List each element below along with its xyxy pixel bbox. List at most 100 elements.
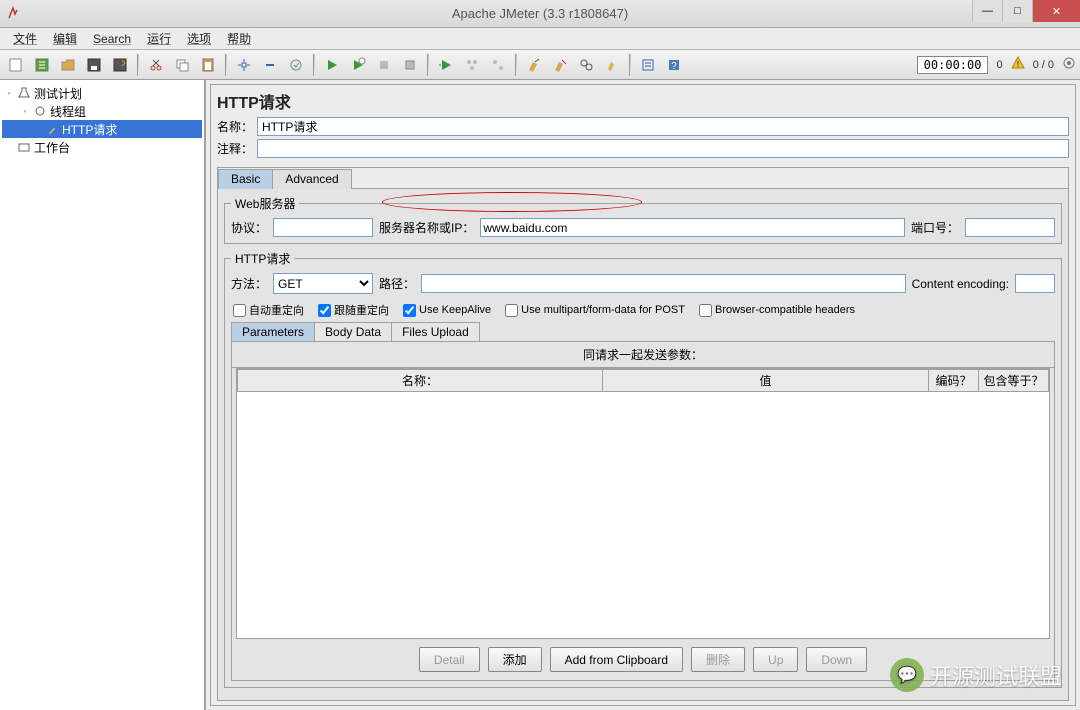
cb-multipart[interactable]: Use multipart/form-data for POST [505,304,685,317]
remote-start-icon[interactable] [434,53,458,77]
method-label: 方法： [231,275,267,292]
clear-all-icon[interactable] [548,53,572,77]
search-icon[interactable] [574,53,598,77]
protocol-input[interactable] [273,218,373,237]
paste-icon[interactable] [196,53,220,77]
name-label: 名称： [217,118,253,135]
expand-icon[interactable] [232,53,256,77]
workbench-icon [17,140,31,154]
menu-search[interactable]: Search [86,30,138,48]
menu-options[interactable]: 选项 [180,28,218,49]
name-input[interactable] [257,117,1069,136]
up-button[interactable]: Up [753,647,798,672]
cb-auto-redirect[interactable]: 自动重定向 [233,302,304,318]
timer-display: 00:00:00 [917,56,989,74]
open-icon[interactable] [56,53,80,77]
tree-label: 工作台 [34,139,70,156]
toggle-icon[interactable] [284,53,308,77]
add-button[interactable]: 添加 [488,647,542,672]
tree-toggle-icon[interactable]: ◦ [20,106,30,116]
webserver-fieldset: Web服务器 协议： 服务器名称或IP： 端口号： [224,195,1062,244]
warn-count: 0 [996,59,1002,71]
col-name: 名称： [238,370,603,392]
start-no-timers-icon[interactable] [346,53,370,77]
help-icon[interactable]: ? [662,53,686,77]
httpreq-fieldset: HTTP请求 方法： GET 路径： Content encoding: 自动重… [224,250,1062,688]
menu-help[interactable]: 帮助 [220,28,258,49]
webserver-legend: Web服务器 [231,195,299,212]
subtab-files-upload[interactable]: Files Upload [391,322,480,341]
tab-advanced[interactable]: Advanced [272,169,351,189]
menu-edit[interactable]: 编辑 [46,28,84,49]
tree-thread-group[interactable]: ◦ 线程组 [2,102,202,120]
remote-stop-icon[interactable] [486,53,510,77]
save-icon[interactable] [82,53,106,77]
gear-small-icon [33,104,47,118]
protocol-label: 协议： [231,219,267,236]
flask-icon [17,86,31,100]
tree-test-plan[interactable]: ◦ 测试计划 [2,84,202,102]
start-icon[interactable] [320,53,344,77]
stop-icon[interactable] [372,53,396,77]
warn-icon: ! [1011,56,1025,73]
close-button[interactable]: ✕ [1032,0,1080,22]
down-button[interactable]: Down [806,647,867,672]
reset-search-icon[interactable] [600,53,624,77]
collapse-icon[interactable] [258,53,282,77]
tree-toggle-icon[interactable]: ◦ [4,88,14,98]
cb-follow-redirect[interactable]: 跟随重定向 [318,302,389,318]
app-icon [6,6,22,22]
svg-text:!: ! [1016,60,1018,69]
maximize-button[interactable]: □ [1002,0,1032,22]
function-helper-icon[interactable] [636,53,660,77]
subtab-body-data[interactable]: Body Data [314,322,392,341]
path-label: 路径： [379,275,415,292]
server-input[interactable] [480,218,905,237]
menubar: 文件 编辑 Search 运行 选项 帮助 [0,28,1080,50]
clipboard-button[interactable]: Add from Clipboard [550,647,683,672]
encoding-label: Content encoding: [912,277,1009,291]
clear-icon[interactable] [522,53,546,77]
cut-icon[interactable] [144,53,168,77]
params-table[interactable]: 名称： 值 编码？ 包含等于？ [236,368,1050,639]
templates-icon[interactable] [30,53,54,77]
detail-button[interactable]: Detail [419,647,480,672]
remote-start-all-icon[interactable] [460,53,484,77]
comment-input[interactable] [257,139,1069,158]
tree-workbench[interactable]: 工作台 [2,138,202,156]
tree-panel: ◦ 测试计划 ◦ 线程组 HTTP请求 工作台 [0,80,206,710]
main-area: HTTP请求 名称： 注释： Basic Advanced Web服务器 [206,80,1080,710]
gear-icon[interactable] [1062,56,1076,73]
method-select[interactable]: GET [273,273,373,294]
encoding-input[interactable] [1015,274,1055,293]
new-icon[interactable] [4,53,28,77]
copy-icon[interactable] [170,53,194,77]
comment-label: 注释： [217,140,253,157]
col-encode: 编码？ [929,370,979,392]
httpreq-legend: HTTP请求 [231,250,294,267]
tree-http-request[interactable]: HTTP请求 [2,120,202,138]
params-panel: 同请求一起发送参数： 名称： 值 编码？ 包含等于？ [231,342,1055,681]
menu-file[interactable]: 文件 [6,28,44,49]
port-label: 端口号： [911,219,959,236]
menu-run[interactable]: 运行 [140,28,178,49]
tab-basic[interactable]: Basic [218,169,273,189]
cb-keepalive[interactable]: Use KeepAlive [403,304,491,317]
subtab-parameters[interactable]: Parameters [231,322,315,341]
toolbar-status: 00:00:00 0 ! 0 / 0 [917,56,1076,74]
shutdown-icon[interactable] [398,53,422,77]
pipette-icon [45,122,59,136]
thread-count: 0 / 0 [1033,59,1054,71]
minimize-button[interactable]: — [972,0,1002,22]
window-controls: — □ ✕ [972,0,1080,22]
tree-label: 线程组 [50,103,86,120]
delete-button[interactable]: 删除 [691,647,745,672]
titlebar: Apache JMeter (3.3 r1808647) — □ ✕ [0,0,1080,28]
http-request-panel: HTTP请求 名称： 注释： Basic Advanced Web服务器 [210,84,1076,706]
svg-text:?: ? [671,61,677,72]
cb-browser-compat[interactable]: Browser-compatible headers [699,304,855,317]
path-input[interactable] [421,274,906,293]
port-input[interactable] [965,218,1055,237]
col-value: 值 [602,370,928,392]
save-as-icon[interactable] [108,53,132,77]
